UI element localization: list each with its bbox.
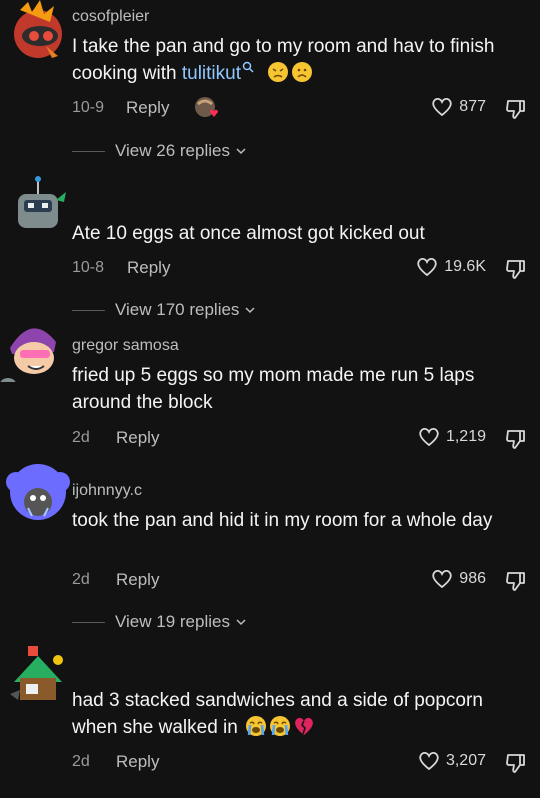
avatar[interactable] <box>6 0 70 64</box>
comment-date: 2d <box>72 429 90 446</box>
comment-username[interactable]: cosofpleier <box>72 8 149 26</box>
reply-button[interactable]: Reply <box>116 752 159 772</box>
dislike-icon[interactable] <box>504 751 528 775</box>
replies-divider <box>72 150 105 152</box>
heart-icon <box>419 427 439 447</box>
comment-username[interactable]: gregor samosa <box>72 337 179 355</box>
view-replies-button[interactable]: View 170 replies <box>72 300 256 320</box>
comment-date: 2d <box>72 571 90 588</box>
mention-link[interactable]: tulitikut <box>182 63 241 84</box>
crying-face-icon <box>246 716 267 736</box>
like-button[interactable]: 1,219 <box>418 427 486 447</box>
comment-username[interactable]: ijohnnyy.c <box>72 482 142 500</box>
like-button[interactable]: 877 <box>431 97 486 117</box>
comment-item: had 3 stacked sandwiches and a side of p… <box>0 640 540 798</box>
comment-date: 10-8 <box>72 259 105 276</box>
comment-date: 10-9 <box>72 99 105 116</box>
dislike-icon[interactable] <box>504 97 528 121</box>
heart-icon <box>419 751 439 771</box>
comment-text: took the pan and hid it in my room for a… <box>72 510 493 531</box>
like-count: 3,207 <box>445 752 486 769</box>
chevron-down-icon <box>236 619 246 626</box>
creator-liked-avatar <box>195 97 218 117</box>
confounded-face-icon <box>268 62 289 82</box>
like-count: 877 <box>459 98 486 115</box>
reply-button[interactable]: Reply <box>126 98 169 118</box>
frowning-face-icon <box>292 62 313 82</box>
like-button[interactable]: 3,207 <box>418 751 486 771</box>
search-icon[interactable] <box>242 61 254 73</box>
view-replies-label: View 170 replies <box>115 300 240 319</box>
view-replies-label: View 19 replies <box>115 612 230 631</box>
comment-text: fried up 5 eggs so my mom made me run 5 … <box>72 365 475 413</box>
avatar[interactable] <box>6 172 70 236</box>
avatar[interactable] <box>6 642 70 706</box>
replies-divider <box>72 309 105 311</box>
heart-icon <box>432 569 453 589</box>
comment-item: ijohnnyy.c took the pan and hid it in my… <box>0 462 540 637</box>
like-button[interactable]: 19.6K <box>416 257 486 277</box>
avatar[interactable] <box>0 318 64 382</box>
replies-divider <box>72 621 105 623</box>
like-count: 1,219 <box>445 428 486 445</box>
view-replies-label: View 26 replies <box>115 141 230 160</box>
chevron-down-icon <box>245 307 255 314</box>
comment-text: Ate 10 eggs at once almost got kicked ou… <box>72 223 425 244</box>
like-count: 986 <box>459 570 486 587</box>
comment-item: cosofpleier I take the pan and go to my … <box>0 0 540 170</box>
view-replies-button[interactable]: View 19 replies <box>72 612 247 632</box>
avatar[interactable] <box>6 462 70 526</box>
crying-face-icon <box>270 716 291 736</box>
comment-item: gregor samosa fried up 5 eggs so my mom … <box>0 318 540 458</box>
broken-heart-icon <box>295 717 313 735</box>
comment-date: 2d <box>72 753 90 770</box>
like-button[interactable]: 986 <box>431 569 486 589</box>
reply-button[interactable]: Reply <box>127 258 170 278</box>
heart-icon <box>432 97 453 117</box>
dislike-icon[interactable] <box>504 257 528 281</box>
like-count: 19.6K <box>444 258 486 275</box>
reply-button[interactable]: Reply <box>116 570 159 590</box>
comment-text: had 3 stacked sandwiches and a side of p… <box>72 687 527 741</box>
reply-button[interactable]: Reply <box>116 428 159 448</box>
comment-text: I take the pan and go to my room and hav… <box>72 33 527 87</box>
heart-icon <box>417 257 437 277</box>
comment-item: Ate 10 eggs at once almost got kicked ou… <box>0 170 540 330</box>
view-replies-button[interactable]: View 26 replies <box>72 141 247 161</box>
dislike-icon[interactable] <box>504 427 528 451</box>
chevron-down-icon <box>236 148 246 155</box>
dislike-icon[interactable] <box>504 569 528 593</box>
